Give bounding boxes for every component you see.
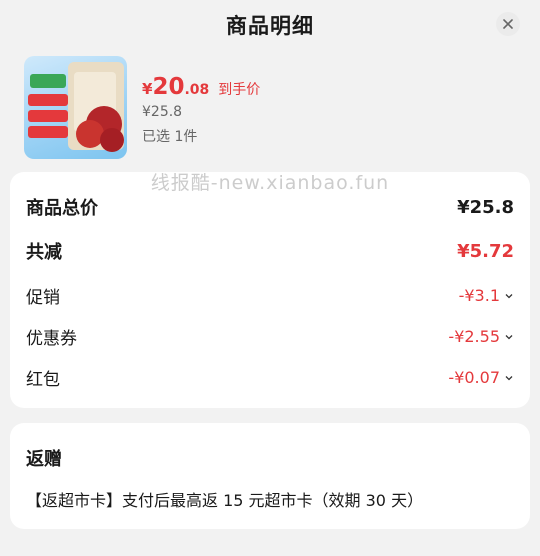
gift-title: 返赠	[26, 449, 62, 470]
price-breakdown-card: 商品总价 ¥25.8 共减 ¥5.72 促销 -¥3.1 优惠券 -¥2.55 …	[10, 172, 530, 408]
reduce-label: 共减	[26, 242, 62, 263]
close-icon	[503, 19, 513, 29]
gift-card: 返赠 【返超市卡】支付后最高返 15 元超市卡（效期 30 天）	[10, 423, 530, 529]
price-integer: 20	[152, 74, 185, 100]
chevron-down-icon	[505, 334, 513, 339]
page-title: 商品明细	[226, 14, 314, 38]
discount-value: -¥0.07	[448, 368, 500, 387]
original-price: ¥25.8	[142, 104, 183, 120]
final-price: ¥ 20 .08 到手价	[142, 74, 260, 100]
discount-row-redpacket[interactable]: 红包 -¥0.07	[26, 365, 514, 390]
close-button[interactable]	[496, 12, 520, 36]
chevron-down-icon	[505, 375, 513, 380]
header: 商品明细	[0, 0, 540, 48]
discount-label: 促销	[26, 288, 60, 308]
reduce-row: 共减 ¥5.72	[26, 238, 514, 264]
watermark: 线报酷-new.xianbao.fun	[150, 172, 390, 194]
total-row: 商品总价 ¥25.8	[26, 194, 514, 220]
price-currency: ¥	[142, 80, 153, 98]
gift-text: 【返超市卡】支付后最高返 15 元超市卡（效期 30 天）	[26, 491, 424, 510]
product-image-icon	[28, 62, 124, 152]
discount-value: -¥2.55	[448, 327, 500, 346]
chevron-down-icon	[505, 293, 513, 298]
product-summary: ¥ 20 .08 到手价 ¥25.8 已选 1件	[0, 48, 540, 170]
discount-value: -¥3.1	[458, 286, 500, 305]
reduce-value: ¥5.72	[457, 240, 514, 262]
product-thumbnail[interactable]	[24, 56, 127, 159]
selected-count: 已选 1件	[142, 129, 198, 145]
total-label: 商品总价	[26, 198, 98, 219]
price-decimal: .08	[184, 82, 210, 98]
discount-row-coupon[interactable]: 优惠券 -¥2.55	[26, 324, 514, 349]
discount-label: 优惠券	[26, 329, 77, 349]
price-tag: 到手价	[218, 82, 261, 98]
total-value: ¥25.8	[457, 196, 514, 218]
discount-label: 红包	[26, 370, 60, 390]
discount-row-promotion[interactable]: 促销 -¥3.1	[26, 283, 514, 308]
